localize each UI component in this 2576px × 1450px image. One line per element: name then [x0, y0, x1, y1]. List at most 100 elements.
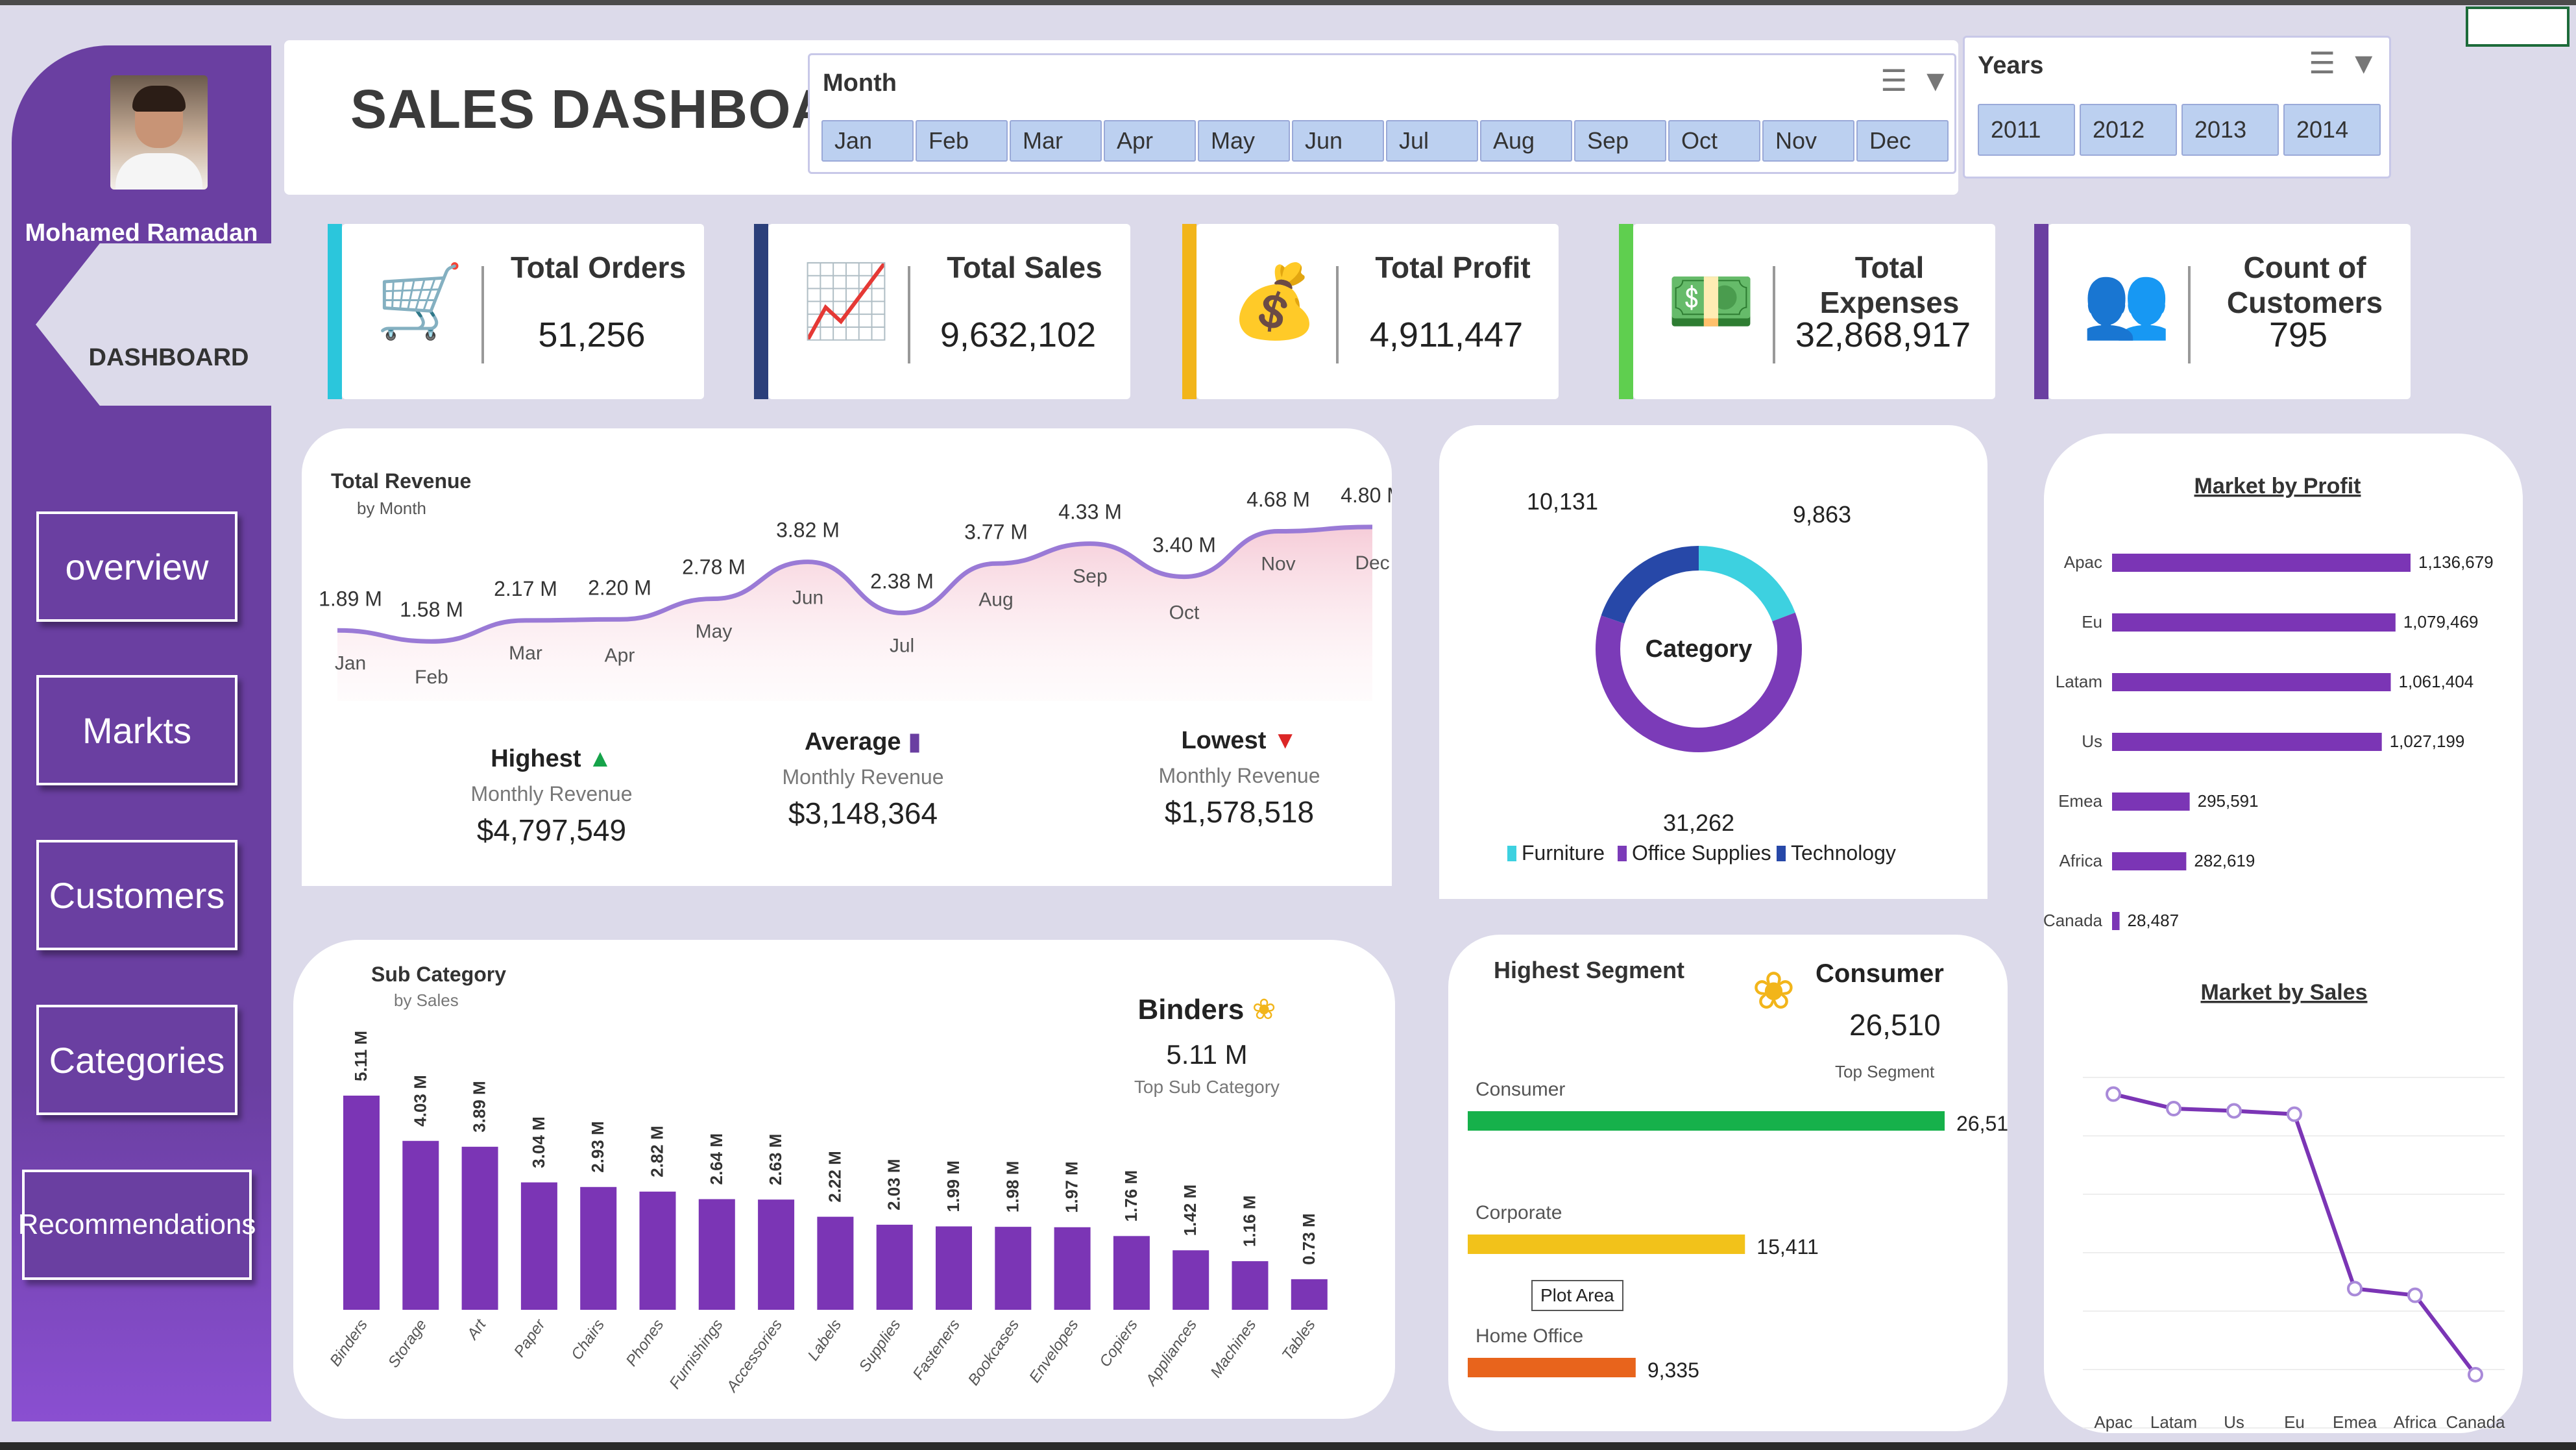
kpi-label: Total Orders	[510, 251, 687, 284]
market-profit-bar	[2112, 613, 2396, 632]
lowest-summary: Lowest ▼ Monthly Revenue $1,578,518	[1132, 727, 1346, 829]
bar-chart-icon: ▮	[908, 728, 922, 756]
kpi-card-count-of-customers: 👥 Count of Customers 795	[2048, 224, 2411, 399]
subcategory-bar	[520, 1182, 557, 1310]
subcategory-label: Machines	[1207, 1316, 1259, 1381]
subcategory-bar	[1291, 1279, 1328, 1310]
segment-bar	[1468, 1235, 1745, 1254]
market-profit-bar	[2112, 793, 2190, 811]
subcategory-value-label: 5.11 M	[351, 1031, 371, 1081]
revenue-data-label: 4.33 M	[1058, 500, 1122, 524]
subcategory-value-label: 2.93 M	[588, 1121, 607, 1173]
subcategory-label: Bookcases	[965, 1316, 1023, 1389]
window-top-strip	[0, 0, 2576, 5]
market-profit-bar	[2112, 852, 2187, 870]
nav-recommendations-button[interactable]: Recommendations	[18, 1170, 256, 1280]
year-option-2012[interactable]: 2012	[2080, 104, 2177, 156]
month-option-feb[interactable]: Feb	[916, 120, 1008, 162]
month-option-sep[interactable]: Sep	[1574, 120, 1666, 162]
month-option-may[interactable]: May	[1198, 120, 1290, 162]
down-triangle-icon: ▼	[1272, 727, 1298, 754]
top-subcategory-sub: Top Sub Category	[1134, 1077, 1280, 1097]
plot-area-tooltip: Plot Area	[1531, 1280, 1623, 1311]
kpi-card-total-profit: 💰 Total Profit 4,911,447	[1197, 224, 1559, 399]
market-profit-category: Latam	[2056, 672, 2102, 691]
up-triangle-icon: ▲	[588, 745, 613, 772]
subcategory-label: Copiers	[1096, 1316, 1141, 1370]
market-sales-point	[2407, 1287, 2423, 1303]
nav-overview-button[interactable]: overview	[36, 511, 237, 622]
legend-label: Office Supplies	[1632, 841, 1771, 865]
revenue-area	[337, 526, 1372, 701]
subcategory-label: Phones	[623, 1316, 668, 1370]
market-sales-point	[2166, 1101, 2181, 1117]
clear-filter-icon[interactable]: ▼	[2349, 45, 2379, 80]
month-option-jul[interactable]: Jul	[1386, 120, 1478, 162]
selected-cell[interactable]	[2466, 6, 2570, 47]
subcategory-label: Envelopes	[1026, 1316, 1082, 1386]
subcategory-title: Sub Category	[371, 963, 506, 986]
category-donut-chart: Category 9,863 31,262 10,131 Furniture Office…	[1507, 488, 1896, 865]
highest-sub: Monthly Revenue	[470, 782, 633, 805]
month-option-jun[interactable]: Jun	[1292, 120, 1384, 162]
highest-summary: Highest ▲ Monthly Revenue $4,797,549	[448, 745, 655, 848]
kpi-label: Total Profit	[1375, 251, 1531, 284]
revenue-data-label: 2.78 M	[682, 556, 746, 579]
revenue-data-label: 2.20 M	[588, 576, 651, 599]
subcategory-value-label: 1.99 M	[943, 1161, 963, 1212]
revenue-data-label: 2.17 M	[494, 577, 557, 600]
subcategory-bar	[402, 1140, 439, 1310]
month-option-nov[interactable]: Nov	[1762, 120, 1854, 162]
revenue-month-label: Dec	[1355, 552, 1389, 574]
lowest-value: $1,578,518	[1164, 795, 1315, 829]
kpi-value: 9,632,102	[940, 315, 1097, 354]
month-option-mar[interactable]: Mar	[1010, 120, 1102, 162]
subcategory-label: Storage	[385, 1316, 430, 1371]
market-by-sales-chart: Market by Sales Apac Latam Us Eu Emea Africa Ca…	[2083, 980, 2505, 1432]
subcategory-value-label: 1.16 M	[1240, 1196, 1259, 1247]
market-profit-bar	[2112, 912, 2120, 930]
growth-chart-icon: 📈	[801, 262, 891, 341]
coins-hand-icon: 💰	[1230, 262, 1319, 341]
year-option-2011[interactable]: 2011	[1978, 104, 2075, 156]
revenue-month-label: Jan	[335, 652, 366, 674]
kpi-value: 4,911,447	[1369, 315, 1524, 354]
market-profit-category: Us	[2082, 731, 2102, 751]
segment-value-label: 26,510	[1956, 1112, 2008, 1135]
clear-filter-icon[interactable]: ▼	[1921, 63, 1950, 98]
month-option-apr[interactable]: Apr	[1104, 120, 1196, 162]
award-icon: ❀	[1252, 994, 1276, 1026]
kpi-accent-bar	[1619, 224, 1633, 399]
multi-select-icon[interactable]: ☰	[2309, 45, 2335, 80]
kpi-value: 51,256	[538, 315, 646, 354]
month-option-jan[interactable]: Jan	[821, 120, 914, 162]
month-option-aug[interactable]: Aug	[1480, 120, 1572, 162]
subcategory-bar	[639, 1191, 676, 1310]
market-sales-category: Emea	[2333, 1412, 2377, 1432]
revenue-data-label: 3.82 M	[776, 519, 840, 542]
subcategory-bar	[1232, 1261, 1269, 1310]
kpi-separator	[908, 266, 910, 363]
market-by-profit-chart: Market by Profit Apac 1,136,679 Eu 1,079,469…	[2044, 474, 2494, 930]
month-option-dec[interactable]: Dec	[1856, 120, 1949, 162]
year-option-2013[interactable]: 2013	[2181, 104, 2279, 156]
lowest-sub: Monthly Revenue	[1158, 764, 1320, 787]
multi-select-icon[interactable]: ☰	[1880, 63, 1907, 98]
market-profit-category: Africa	[2060, 851, 2103, 870]
nav-customers-button[interactable]: Customers	[36, 840, 237, 950]
revenue-month-label: Aug	[978, 589, 1013, 610]
nav-markts-button[interactable]: Markts	[36, 675, 237, 785]
subcategory-label: Appliances	[1142, 1316, 1201, 1390]
customers-icon: 👥	[2082, 262, 2171, 341]
average-sub: Monthly Revenue	[782, 765, 944, 789]
year-option-2014[interactable]: 2014	[2283, 104, 2381, 156]
top-segment-name: Consumer	[1816, 959, 1944, 988]
legend-swatch	[1777, 846, 1786, 861]
subcategory-label: Labels	[805, 1316, 845, 1364]
avatar	[110, 75, 208, 190]
month-option-oct[interactable]: Oct	[1668, 120, 1760, 162]
market-profit-value: 282,619	[2194, 851, 2255, 870]
subcategory-label: Furnishings	[666, 1316, 726, 1392]
market-sales-category: Us	[2224, 1412, 2244, 1432]
nav-categories-button[interactable]: Categories	[36, 1005, 237, 1115]
